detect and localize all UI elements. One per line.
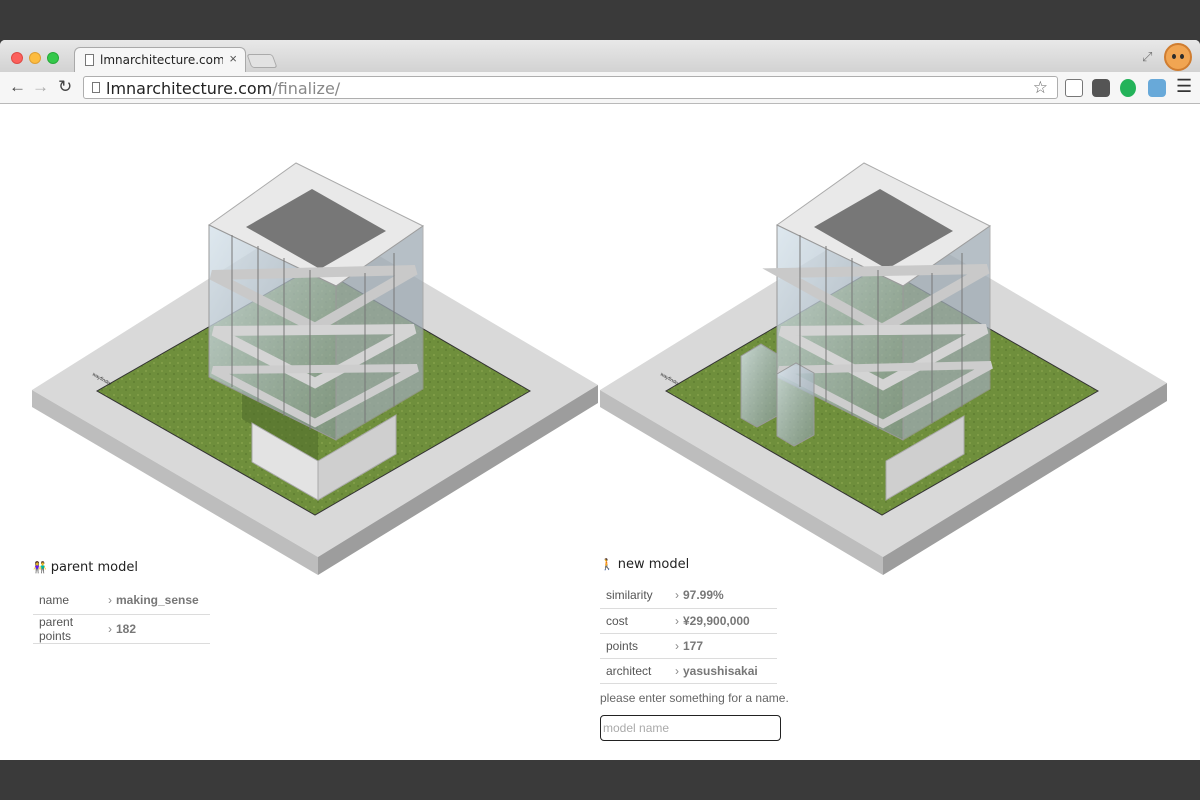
row-label: name [33,586,108,615]
page-content: wayfinder wayfinder 👫 parent model name … [0,105,1200,760]
browser-toolbar: ← → ↻ lmnarchitecture.com/finalize/ ☆ ☰ [0,72,1200,104]
address-bar[interactable]: lmnarchitecture.com/finalize/ ☆ [83,76,1058,99]
new-model-heading: 🚶 new model [600,557,690,572]
back-arrow-icon[interactable]: ← [9,77,26,97]
active-tab[interactable]: lmnarchitecture.com/finali × [74,47,246,72]
parent-model-building: wayfinder [32,162,598,575]
row-value: › 177 [675,633,777,659]
row-value: › making_sense [108,586,210,615]
parent-model-heading: 👫 parent model [33,560,138,575]
close-icon[interactable]: × [229,51,237,66]
hamburger-menu-icon[interactable]: ☰ [1176,76,1192,97]
camera-extension-icon[interactable] [1148,79,1166,97]
gmail-extension-icon[interactable] [1065,79,1083,97]
row-label: points [600,633,675,659]
url-domain: lmnarchitecture.com [106,79,273,98]
table-row: name › making_sense [33,586,210,615]
pocket-extension-icon[interactable] [1092,79,1110,97]
row-value: › yasushisakai [675,658,777,684]
row-label: parent points [33,614,108,644]
name-hint: please enter something for a name. [600,690,789,705]
url-text[interactable]: lmnarchitecture.com/finalize/ [106,79,340,98]
minimize-window-button[interactable] [29,52,41,64]
architecture-comparison-scene: wayfinder wayfinder [32,162,1167,575]
table-row: architect › yasushisakai [600,658,777,684]
row-label: cost [600,608,675,634]
forward-arrow-icon[interactable]: → [32,77,49,97]
maximize-window-button[interactable] [47,52,59,64]
model-name-input[interactable] [600,714,781,741]
new-model-panel: 🚶 new model similarity › 97.99% cost › ¥29,… [600,557,1160,741]
page-icon [92,82,100,93]
row-value: › 97.99% [675,583,777,609]
parent-model-panel: 👫 parent model name › making_sense parent … [33,560,593,644]
table-row: points › 177 [600,633,777,659]
row-label: architect [600,658,675,684]
close-window-button[interactable] [11,52,23,64]
row-label: similarity [600,583,675,609]
table-row: cost › ¥29,900,000 [600,608,777,634]
people-icon: 👫 [33,561,47,574]
user-avatar[interactable] [1164,43,1192,71]
reload-icon[interactable]: ↻ [58,77,72,97]
browser-window: lmnarchitecture.com/finali × ⤢ ← → ↻ lmn… [0,40,1200,760]
resize-icon[interactable]: ⤢ [1142,49,1152,65]
document-icon [85,54,94,66]
new-model-table: similarity › 97.99% cost › ¥29,900,000 poi… [600,583,777,684]
row-value: › ¥29,900,000 [675,608,777,634]
new-tab-button[interactable] [246,54,278,68]
new-model-building: wayfinder [600,162,1167,575]
person-icon: 🚶 [600,558,614,571]
url-path: /finalize/ [272,79,341,98]
parent-model-table: name › making_sense parent points › 182 [33,586,210,644]
table-row: parent points › 182 [33,614,210,644]
star-icon[interactable]: ☆ [1033,78,1048,98]
tab-title: lmnarchitecture.com/finali [100,53,223,67]
evernote-extension-icon[interactable] [1120,79,1136,97]
row-value: › 182 [108,614,210,644]
table-row: similarity › 97.99% [600,583,777,609]
tab-bar: lmnarchitecture.com/finali × ⤢ [0,40,1200,72]
